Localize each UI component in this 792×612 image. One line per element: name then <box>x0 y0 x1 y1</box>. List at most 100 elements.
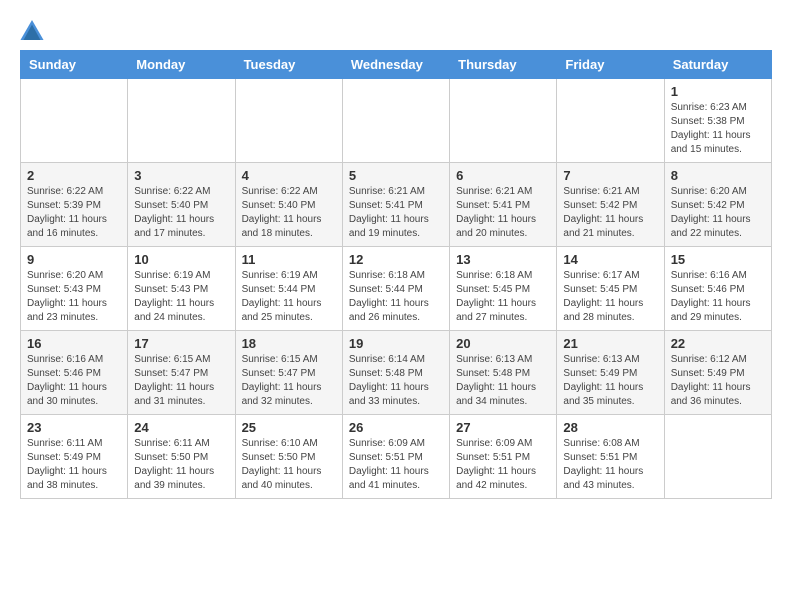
day-header-tuesday: Tuesday <box>235 51 342 79</box>
day-number: 5 <box>349 168 443 183</box>
calendar-cell: 27 Sunrise: 6:09 AM Sunset: 5:51 PM Dayli… <box>450 415 557 499</box>
logo <box>20 20 46 40</box>
logo-icon <box>20 20 44 40</box>
calendar-cell <box>450 79 557 163</box>
day-info: Sunrise: 6:22 AM Sunset: 5:40 PM Dayligh… <box>242 185 336 241</box>
day-number: 20 <box>456 336 550 351</box>
calendar-cell: 15Sunrise: 6:16 AM Sunset: 5:46 PM Dayli… <box>664 247 771 331</box>
day-header-monday: Monday <box>128 51 235 79</box>
day-number: 16 <box>27 336 121 351</box>
day-number: 14 <box>563 252 657 267</box>
day-info: Sunrise: 6:23 AM Sunset: 5:38 PM Dayligh… <box>671 101 765 157</box>
calendar-cell: 21 Sunrise: 6:13 AM Sunset: 5:49 PM Dayli… <box>557 331 664 415</box>
day-info: Sunrise: 6:08 AM Sunset: 5:51 PM Dayligh… <box>563 437 657 493</box>
day-number: 10 <box>134 252 228 267</box>
day-info: Sunrise: 6:22 AM Sunset: 5:40 PM Dayligh… <box>134 185 228 241</box>
page-header <box>20 20 772 40</box>
calendar-cell: 18 Sunrise: 6:15 AM Sunset: 5:47 PM Dayli… <box>235 331 342 415</box>
day-header-sunday: Sunday <box>21 51 128 79</box>
day-info: Sunrise: 6:13 AM Sunset: 5:48 PM Dayligh… <box>456 353 550 409</box>
calendar-cell: 7 Sunrise: 6:21 AM Sunset: 5:42 PM Daylig… <box>557 163 664 247</box>
day-number: 28 <box>563 420 657 435</box>
day-header-thursday: Thursday <box>450 51 557 79</box>
calendar-cell <box>342 79 449 163</box>
day-info: Sunrise: 6:22 AM Sunset: 5:39 PM Dayligh… <box>27 185 121 241</box>
calendar-week-3: 9 Sunrise: 6:20 AM Sunset: 5:43 PM Daylig… <box>21 247 772 331</box>
day-header-friday: Friday <box>557 51 664 79</box>
calendar-cell <box>664 415 771 499</box>
day-number: 8 <box>671 168 765 183</box>
day-number: 6 <box>456 168 550 183</box>
calendar-cell: 14 Sunrise: 6:17 AM Sunset: 5:45 PM Dayli… <box>557 247 664 331</box>
day-info: Sunrise: 6:15 AM Sunset: 5:47 PM Dayligh… <box>134 353 228 409</box>
calendar-cell: 2 Sunrise: 6:22 AM Sunset: 5:39 PM Daylig… <box>21 163 128 247</box>
calendar-week-1: 1 Sunrise: 6:23 AM Sunset: 5:38 PM Daylig… <box>21 79 772 163</box>
calendar-cell: 22Sunrise: 6:12 AM Sunset: 5:49 PM Dayli… <box>664 331 771 415</box>
day-number: 11 <box>242 252 336 267</box>
calendar-table: SundayMondayTuesdayWednesdayThursdayFrid… <box>20 50 772 499</box>
calendar-cell: 25 Sunrise: 6:10 AM Sunset: 5:50 PM Dayli… <box>235 415 342 499</box>
day-number: 22 <box>671 336 765 351</box>
calendar-cell: 28 Sunrise: 6:08 AM Sunset: 5:51 PM Dayli… <box>557 415 664 499</box>
calendar-cell: 23Sunrise: 6:11 AM Sunset: 5:49 PM Dayli… <box>21 415 128 499</box>
day-number: 3 <box>134 168 228 183</box>
day-info: Sunrise: 6:09 AM Sunset: 5:51 PM Dayligh… <box>349 437 443 493</box>
day-info: Sunrise: 6:16 AM Sunset: 5:46 PM Dayligh… <box>27 353 121 409</box>
day-number: 25 <box>242 420 336 435</box>
calendar-cell: 6 Sunrise: 6:21 AM Sunset: 5:41 PM Daylig… <box>450 163 557 247</box>
day-header-wednesday: Wednesday <box>342 51 449 79</box>
day-number: 7 <box>563 168 657 183</box>
day-info: Sunrise: 6:17 AM Sunset: 5:45 PM Dayligh… <box>563 269 657 325</box>
day-info: Sunrise: 6:21 AM Sunset: 5:41 PM Dayligh… <box>456 185 550 241</box>
day-info: Sunrise: 6:10 AM Sunset: 5:50 PM Dayligh… <box>242 437 336 493</box>
calendar-cell: 12 Sunrise: 6:18 AM Sunset: 5:44 PM Dayli… <box>342 247 449 331</box>
day-info: Sunrise: 6:11 AM Sunset: 5:50 PM Dayligh… <box>134 437 228 493</box>
calendar-cell: 11 Sunrise: 6:19 AM Sunset: 5:44 PM Dayli… <box>235 247 342 331</box>
calendar-cell: 20 Sunrise: 6:13 AM Sunset: 5:48 PM Dayli… <box>450 331 557 415</box>
day-info: Sunrise: 6:09 AM Sunset: 5:51 PM Dayligh… <box>456 437 550 493</box>
day-info: Sunrise: 6:18 AM Sunset: 5:45 PM Dayligh… <box>456 269 550 325</box>
day-info: Sunrise: 6:13 AM Sunset: 5:49 PM Dayligh… <box>563 353 657 409</box>
calendar-cell: 10 Sunrise: 6:19 AM Sunset: 5:43 PM Dayli… <box>128 247 235 331</box>
calendar-cell: 9 Sunrise: 6:20 AM Sunset: 5:43 PM Daylig… <box>21 247 128 331</box>
day-number: 17 <box>134 336 228 351</box>
calendar-cell <box>235 79 342 163</box>
day-info: Sunrise: 6:18 AM Sunset: 5:44 PM Dayligh… <box>349 269 443 325</box>
day-number: 24 <box>134 420 228 435</box>
calendar-week-2: 2 Sunrise: 6:22 AM Sunset: 5:39 PM Daylig… <box>21 163 772 247</box>
day-info: Sunrise: 6:21 AM Sunset: 5:41 PM Dayligh… <box>349 185 443 241</box>
calendar-header-row: SundayMondayTuesdayWednesdayThursdayFrid… <box>21 51 772 79</box>
calendar-cell: 19 Sunrise: 6:14 AM Sunset: 5:48 PM Dayli… <box>342 331 449 415</box>
calendar-cell: 13 Sunrise: 6:18 AM Sunset: 5:45 PM Dayli… <box>450 247 557 331</box>
day-info: Sunrise: 6:16 AM Sunset: 5:46 PM Dayligh… <box>671 269 765 325</box>
day-header-saturday: Saturday <box>664 51 771 79</box>
day-info: Sunrise: 6:19 AM Sunset: 5:44 PM Dayligh… <box>242 269 336 325</box>
calendar-cell: 4 Sunrise: 6:22 AM Sunset: 5:40 PM Daylig… <box>235 163 342 247</box>
calendar-cell <box>21 79 128 163</box>
day-number: 18 <box>242 336 336 351</box>
day-number: 21 <box>563 336 657 351</box>
day-number: 2 <box>27 168 121 183</box>
calendar-cell: 17 Sunrise: 6:15 AM Sunset: 5:47 PM Dayli… <box>128 331 235 415</box>
day-info: Sunrise: 6:14 AM Sunset: 5:48 PM Dayligh… <box>349 353 443 409</box>
day-number: 19 <box>349 336 443 351</box>
calendar-cell <box>128 79 235 163</box>
day-info: Sunrise: 6:19 AM Sunset: 5:43 PM Dayligh… <box>134 269 228 325</box>
day-info: Sunrise: 6:20 AM Sunset: 5:42 PM Dayligh… <box>671 185 765 241</box>
day-info: Sunrise: 6:20 AM Sunset: 5:43 PM Dayligh… <box>27 269 121 325</box>
day-number: 1 <box>671 84 765 99</box>
calendar-cell: 1 Sunrise: 6:23 AM Sunset: 5:38 PM Daylig… <box>664 79 771 163</box>
day-number: 13 <box>456 252 550 267</box>
day-info: Sunrise: 6:21 AM Sunset: 5:42 PM Dayligh… <box>563 185 657 241</box>
calendar-cell: 16 Sunrise: 6:16 AM Sunset: 5:46 PM Dayli… <box>21 331 128 415</box>
day-number: 12 <box>349 252 443 267</box>
day-number: 23 <box>27 420 121 435</box>
calendar-cell: 24 Sunrise: 6:11 AM Sunset: 5:50 PM Dayli… <box>128 415 235 499</box>
day-number: 27 <box>456 420 550 435</box>
day-info: Sunrise: 6:15 AM Sunset: 5:47 PM Dayligh… <box>242 353 336 409</box>
calendar-cell <box>557 79 664 163</box>
day-number: 9 <box>27 252 121 267</box>
day-number: 4 <box>242 168 336 183</box>
day-number: 26 <box>349 420 443 435</box>
calendar-cell: 26 Sunrise: 6:09 AM Sunset: 5:51 PM Dayli… <box>342 415 449 499</box>
